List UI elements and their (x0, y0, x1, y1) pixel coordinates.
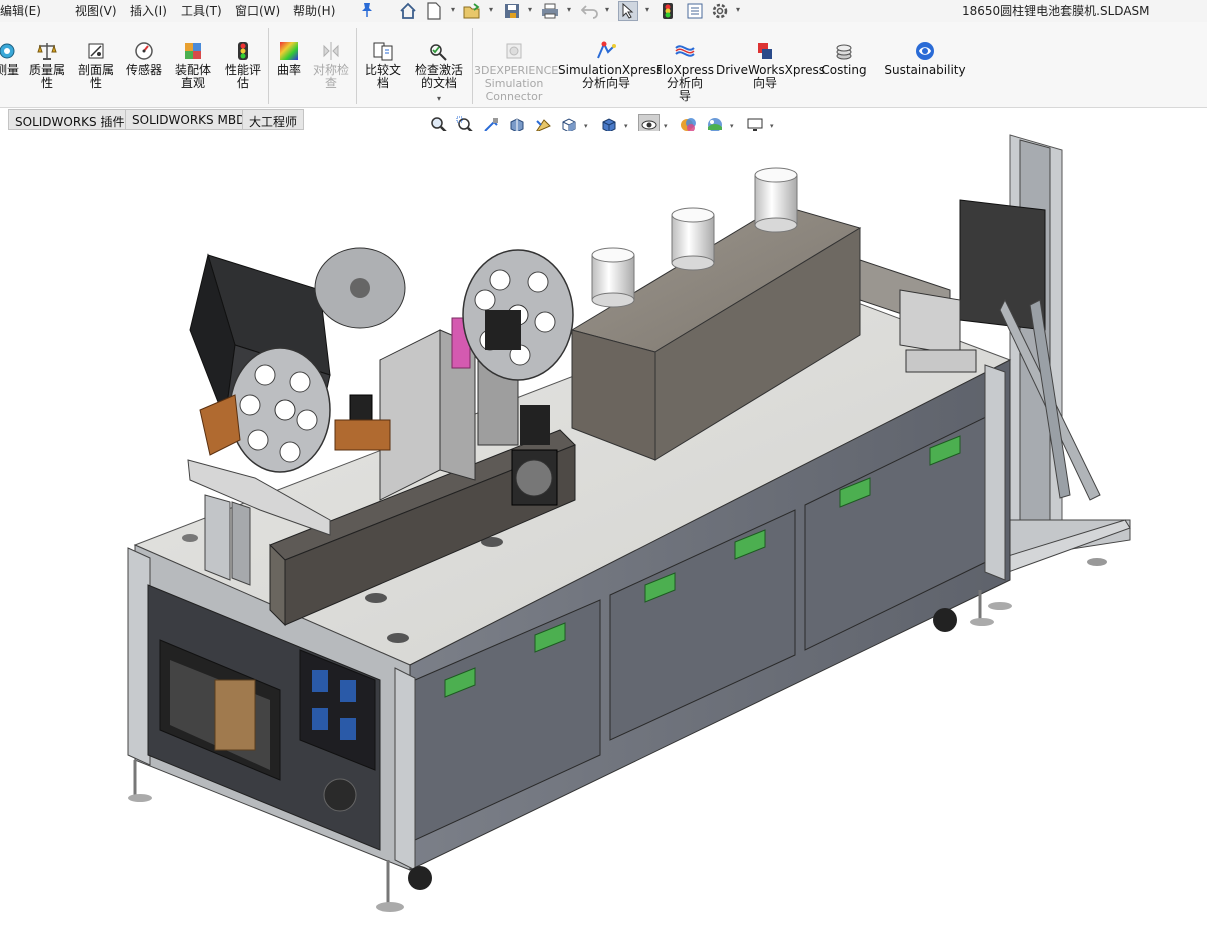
check-document-icon (430, 44, 447, 61)
menu-edit[interactable]: 编辑(E) (0, 2, 41, 19)
section-properties-icon (88, 43, 104, 59)
curvature-icon (280, 42, 298, 60)
simulationxpress-button[interactable]: SimulationXpress 分析向导 (558, 22, 663, 90)
filter-regulator (214, 679, 256, 751)
scale-icon (37, 43, 57, 60)
command-manager: 测量 质量属 性 剖面属 性 传感器 装配体 直观 性能评 估 曲率 对称检 查… (0, 22, 1207, 108)
heater-cylinder[interactable] (671, 207, 715, 271)
menu-window[interactable]: 窗口(W) (235, 2, 280, 19)
costing-button[interactable]: Costing (818, 22, 870, 77)
chevron-down-icon[interactable]: ▾ (770, 122, 774, 130)
assembly-visualization-icon (185, 43, 201, 59)
print-icon[interactable] (540, 1, 560, 21)
menu-bar: 编辑(E) 视图(V) 插入(I) 工具(T) 窗口(W) 帮助(H) ▾ ▾ … (0, 0, 1207, 22)
sustainability-label: Sustainability (884, 63, 966, 77)
assembly-model[interactable] (0, 131, 1207, 931)
chevron-down-icon[interactable]: ▾ (584, 122, 588, 130)
document-title: 18650圆柱锂电池套膜机.SLDASM (962, 4, 1150, 18)
tab-big-engineer[interactable]: 大工程师 (242, 109, 305, 130)
compare-documents-label: 比较文 档 (364, 63, 401, 90)
floxpress-button[interactable]: FloXpress 分析向 导 (656, 22, 714, 103)
heater-cylinder[interactable] (754, 167, 798, 233)
floxpress-icon (675, 45, 695, 57)
simulation-connector-icon (506, 43, 522, 59)
ribbon-separator (356, 28, 357, 104)
tab-solidworks-addins[interactable]: SOLIDWORKS 插件 (8, 109, 132, 130)
measure-icon (0, 43, 15, 59)
measure-label: 测量 (0, 63, 19, 77)
solidworks-window: { "menu": { "items": ["编辑(E)", "视图(V)", … (0, 0, 1207, 931)
rebuild-icon[interactable] (658, 1, 678, 21)
sensor-label: 传感器 (125, 63, 162, 77)
chevron-down-icon[interactable]: ▾ (528, 6, 536, 14)
assembly-visualization-button[interactable]: 装配体 直观 (170, 22, 216, 90)
options-icon[interactable] (710, 1, 730, 21)
mass-properties-label: 质量属 性 (28, 63, 65, 90)
menu-tools[interactable]: 工具(T) (181, 2, 222, 19)
fan-icon (515, 459, 553, 497)
check-active-document-label: 检查激活 的文档 (414, 63, 463, 90)
graphics-area[interactable] (0, 131, 1207, 931)
compare-documents-button[interactable]: 比较文 档 (360, 22, 406, 90)
ribbon-separator (472, 28, 473, 104)
costing-icon (836, 44, 852, 60)
sustainability-icon (916, 42, 934, 60)
chevron-down-icon[interactable]: ▾ (451, 6, 459, 14)
driveworksxpress-button[interactable]: DriveWorksXpress 向导 (716, 22, 826, 90)
new-document-icon[interactable] (424, 1, 444, 21)
3dexperience-simulation-connector-button[interactable]: 3DEXPERIENCE Simulation Connector (474, 22, 559, 103)
driveworksxpress-icon (758, 43, 772, 59)
chevron-down-icon[interactable]: ▾ (567, 6, 575, 14)
driveworksxpress-label: DriveWorksXpress 向导 (716, 63, 826, 90)
chevron-down-icon[interactable]: ▾ (664, 122, 668, 130)
symmetry-check-label: 对称检 查 (312, 63, 349, 90)
curvature-button[interactable]: 曲率 (272, 22, 306, 77)
performance-evaluation-label: 性能评 估 (224, 63, 261, 90)
fan-icon (323, 778, 357, 812)
floxpress-label: FloXpress 分析向 导 (656, 63, 714, 103)
measure-button[interactable]: 测量 (0, 22, 20, 77)
chevron-down-icon[interactable]: ▾ (736, 6, 744, 14)
film-reel[interactable] (314, 247, 406, 329)
simulationxpress-icon (597, 41, 616, 59)
chevron-down-icon[interactable]: ▾ (408, 92, 470, 105)
pin-icon[interactable] (360, 2, 374, 18)
sensor-icon (135, 42, 153, 60)
chevron-down-icon[interactable]: ▾ (624, 122, 628, 130)
undo-icon[interactable] (580, 1, 600, 21)
select-icon[interactable] (618, 1, 638, 21)
menu-view[interactable]: 视图(V) (75, 2, 117, 19)
film-reel[interactable] (462, 249, 574, 381)
menu-help[interactable]: 帮助(H) (293, 2, 335, 19)
performance-evaluation-button[interactable]: 性能评 估 (220, 22, 266, 90)
assembly-visualization-label: 装配体 直观 (174, 63, 211, 90)
costing-label: Costing (821, 63, 867, 77)
check-active-document-button[interactable]: 检查激活 的文档 ▾ (408, 22, 470, 105)
curvature-label: 曲率 (276, 63, 301, 77)
ribbon-separator (268, 28, 269, 104)
sustainability-button[interactable]: Sustainability (884, 22, 966, 77)
heater-cylinder[interactable] (591, 247, 635, 308)
file-properties-icon[interactable] (685, 1, 705, 21)
menu-insert[interactable]: 插入(I) (130, 2, 167, 19)
save-icon[interactable] (502, 1, 522, 21)
section-properties-label: 剖面属 性 (77, 63, 114, 90)
chevron-down-icon[interactable]: ▾ (489, 6, 497, 14)
chevron-down-icon[interactable]: ▾ (605, 6, 613, 14)
compare-documents-icon (373, 42, 393, 61)
tab-solidworks-mbd[interactable]: SOLIDWORKS MBD (125, 109, 253, 130)
chevron-down-icon[interactable]: ▾ (645, 6, 653, 14)
performance-evaluation-icon (238, 42, 248, 60)
sensor-button[interactable]: 传感器 (122, 22, 166, 77)
section-properties-button[interactable]: 剖面属 性 (73, 22, 119, 90)
simulationxpress-label: SimulationXpress 分析向导 (558, 63, 663, 90)
home-icon[interactable] (398, 1, 418, 21)
mass-properties-button[interactable]: 质量属 性 (24, 22, 70, 90)
symmetry-check-button[interactable]: 对称检 查 (308, 22, 354, 90)
3dexperience-simulation-connector-label: 3DEXPERIENCE Simulation Connector (474, 64, 559, 103)
chevron-down-icon[interactable]: ▾ (730, 122, 734, 130)
open-icon[interactable] (462, 1, 482, 21)
symmetry-check-icon (323, 42, 339, 60)
